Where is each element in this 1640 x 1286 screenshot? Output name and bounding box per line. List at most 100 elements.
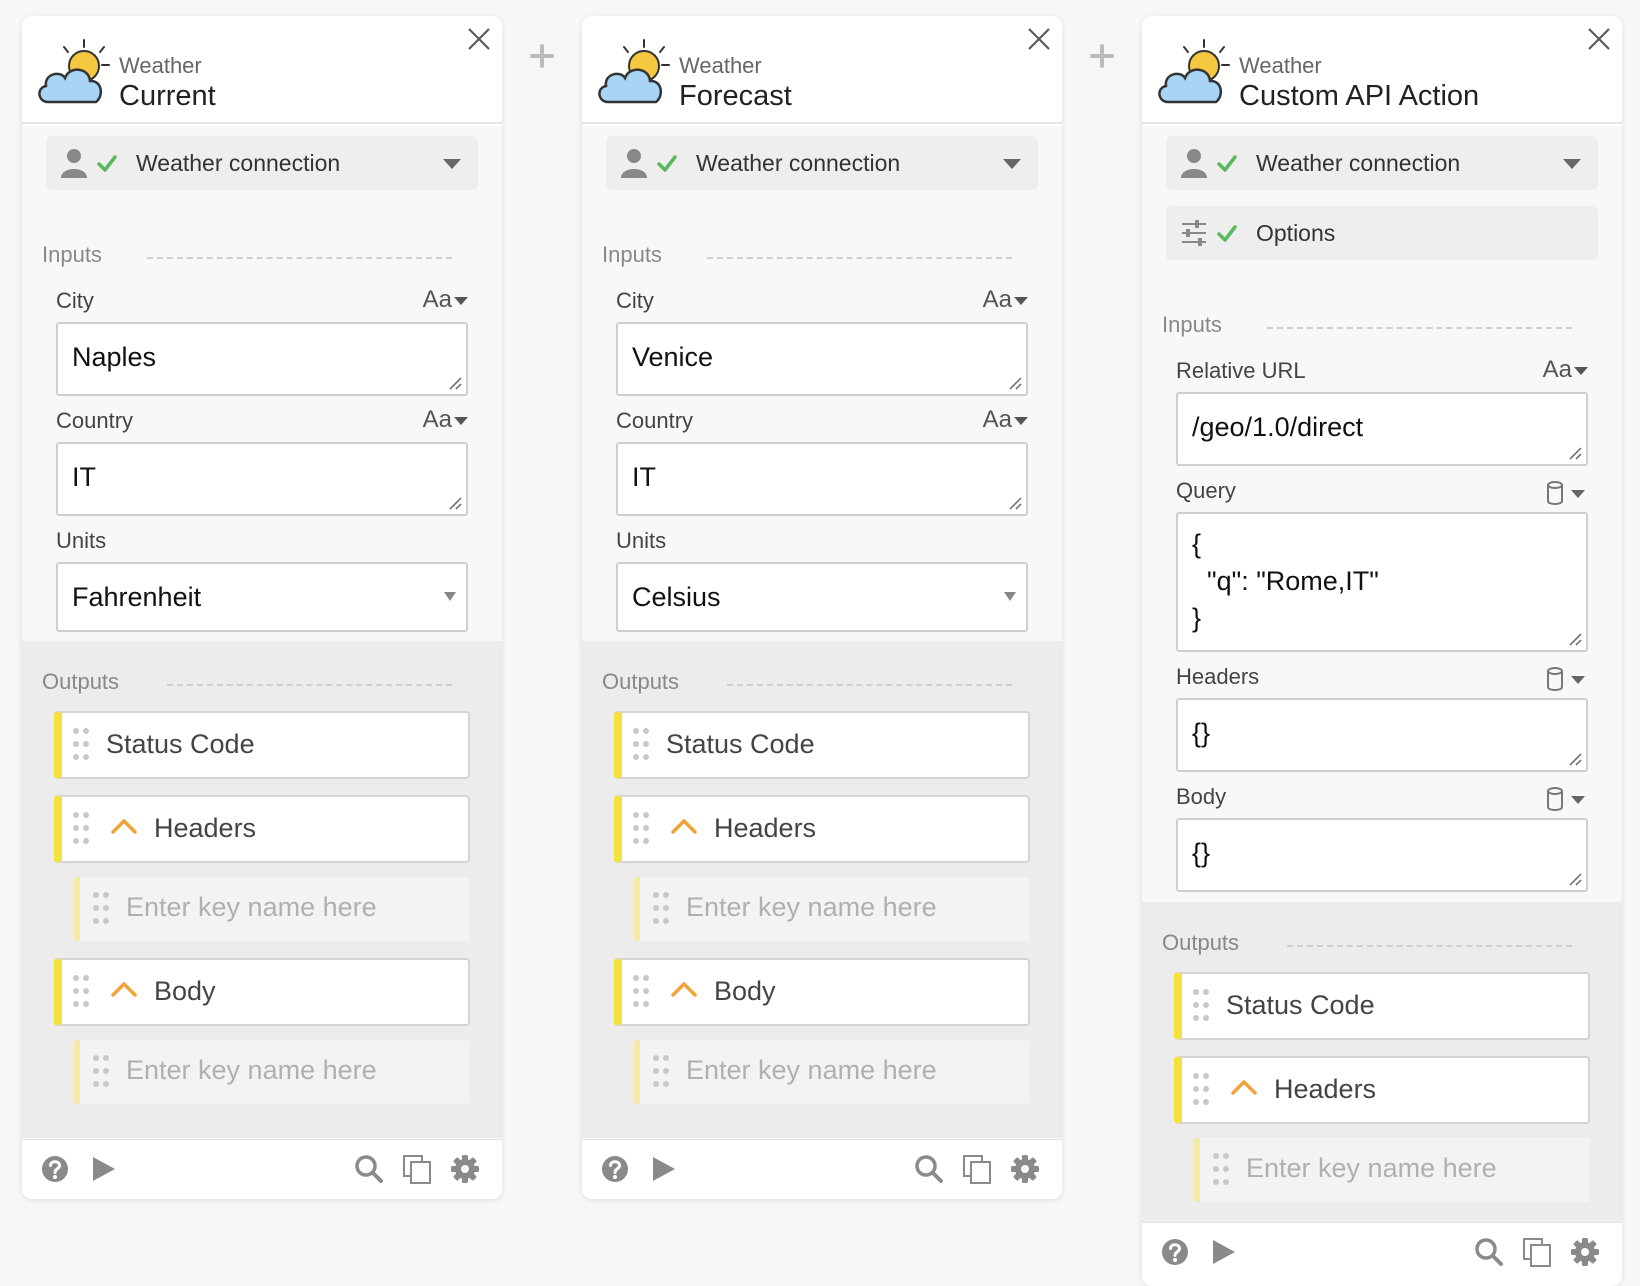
database-icon[interactable] [1546,480,1586,506]
close-button[interactable] [464,24,494,54]
outputs-title: Outputs [602,669,680,694]
database-icon[interactable] [1546,786,1586,812]
drag-handle-icon[interactable] [72,727,90,761]
duplicate-button[interactable] [402,1154,432,1184]
drag-handle-icon[interactable] [632,811,650,845]
body-key-input[interactable]: Enter key name here [634,1040,1030,1104]
drag-handle-icon[interactable] [632,974,650,1008]
city-value: Venice [632,342,714,372]
resize-handle-icon[interactable] [448,496,462,510]
body-input[interactable]: {} [1176,818,1588,892]
resize-handle-icon[interactable] [448,376,462,390]
duplicate-button[interactable] [1522,1237,1552,1267]
connection-select[interactable]: Weather connection [1166,136,1598,190]
connection-select[interactable]: Weather connection [46,136,478,190]
resize-handle-icon[interactable] [1568,632,1582,646]
add-step-button[interactable] [530,44,554,68]
drag-handle-icon[interactable] [1192,1072,1210,1106]
output-status-code[interactable]: Status Code [614,711,1030,779]
divider [1267,327,1572,329]
user-icon [1180,148,1208,178]
units-select[interactable]: Fahrenheit [56,562,468,632]
search-button[interactable] [914,1154,944,1184]
run-button[interactable] [88,1154,118,1184]
close-button[interactable] [1584,24,1614,54]
output-status-code[interactable]: Status Code [54,711,470,779]
run-button[interactable] [1208,1237,1238,1267]
output-body[interactable]: Body [54,958,470,1026]
headers-key-input[interactable]: Enter key name here [634,877,1030,941]
output-body[interactable]: Body [614,958,1030,1026]
chevron-up-icon[interactable] [670,980,698,998]
settings-button[interactable] [1010,1154,1040,1184]
duplicate-button[interactable] [962,1154,992,1184]
type-label: Aa [422,406,452,433]
text-type-toggle[interactable]: Aa [423,286,468,314]
connection-label: Weather connection [696,150,901,176]
search-button[interactable] [1474,1237,1504,1267]
drag-handle-icon[interactable] [652,1054,670,1088]
city-input[interactable]: Venice [616,322,1028,396]
body-key-input[interactable]: Enter key name here [74,1040,470,1104]
weather-cloud-sun-icon [34,36,114,108]
resize-handle-icon[interactable] [1008,376,1022,390]
settings-button[interactable] [1570,1237,1600,1267]
units-value: Celsius [632,582,721,612]
settings-button[interactable] [450,1154,480,1184]
country-input[interactable]: IT [616,442,1028,516]
drag-handle-icon[interactable] [72,974,90,1008]
output-status-code[interactable]: Status Code [1174,972,1590,1040]
outputs-title: Outputs [1162,930,1240,955]
database-icon[interactable] [1546,666,1586,692]
chevron-up-icon[interactable] [670,817,698,835]
play-icon [88,1154,118,1184]
search-button[interactable] [354,1154,384,1184]
copy-icon [402,1154,432,1184]
connection-select[interactable]: Weather connection [606,136,1038,190]
resize-handle-icon[interactable] [1568,872,1582,886]
units-select[interactable]: Celsius [616,562,1028,632]
headers-input[interactable]: {} [1176,698,1588,772]
chevron-up-icon[interactable] [1230,1078,1258,1096]
drag-handle-icon[interactable] [92,891,110,925]
drag-handle-icon[interactable] [92,1054,110,1088]
add-step-button[interactable] [1090,44,1114,68]
output-headers[interactable]: Headers [1174,1056,1590,1124]
drag-handle-icon[interactable] [1212,1152,1230,1186]
run-button[interactable] [648,1154,678,1184]
headers-key-input[interactable]: Enter key name here [74,877,470,941]
drag-handle-icon[interactable] [652,891,670,925]
text-type-toggle[interactable]: Aa [983,286,1028,314]
options-toggle[interactable]: Options [1166,206,1598,260]
play-icon [648,1154,678,1184]
resize-handle-icon[interactable] [1568,752,1582,766]
close-icon [1024,24,1054,54]
output-headers[interactable]: Headers [614,795,1030,863]
text-type-toggle[interactable]: Aa [423,406,468,434]
city-label: City [56,288,94,313]
query-input[interactable]: { "q": "Rome,IT" } [1176,512,1588,652]
help-button[interactable] [600,1154,630,1184]
chevron-up-icon[interactable] [110,817,138,835]
country-value: IT [632,462,656,492]
text-type-toggle[interactable]: Aa [983,406,1028,434]
country-input[interactable]: IT [56,442,468,516]
resize-handle-icon[interactable] [1008,496,1022,510]
drag-handle-icon[interactable] [632,727,650,761]
chevron-up-icon[interactable] [110,980,138,998]
drag-handle-icon[interactable] [1192,988,1210,1022]
output-label: Body [154,976,216,1006]
output-headers[interactable]: Headers [54,795,470,863]
city-input[interactable]: Naples [56,322,468,396]
relative-url-input[interactable]: /geo/1.0/direct [1176,392,1588,466]
help-button[interactable] [40,1154,70,1184]
help-icon [600,1154,630,1184]
headers-key-input[interactable]: Enter key name here [1194,1138,1590,1202]
drag-handle-icon[interactable] [72,811,90,845]
close-button[interactable] [1024,24,1054,54]
help-button[interactable] [1160,1237,1190,1267]
country-label: Country [616,408,694,433]
outputs-section: Outputs Status Code Headers Enter key na… [22,641,502,1138]
text-type-toggle[interactable]: Aa [1543,356,1588,384]
resize-handle-icon[interactable] [1568,446,1582,460]
